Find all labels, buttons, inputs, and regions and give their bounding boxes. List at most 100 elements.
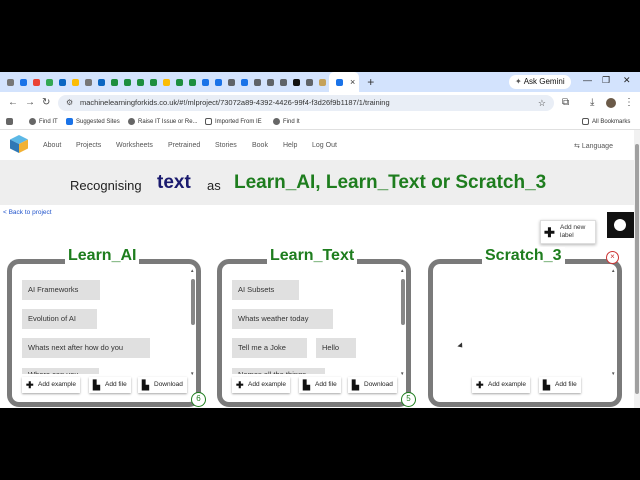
tab-favicon[interactable]	[228, 78, 235, 86]
tab-favicon[interactable]	[189, 78, 196, 86]
close-tab-icon[interactable]: ×	[350, 77, 355, 87]
plus-icon: ✚	[544, 225, 555, 240]
bucket-scrollbar[interactable]: ▲ ▼	[611, 268, 617, 376]
tab-favicon[interactable]	[293, 78, 300, 86]
add-file-button[interactable]: ▙ Add file	[89, 377, 131, 393]
address-bar[interactable]: ⚙ machinelearningforkids.co.uk/#!/mlproj…	[58, 95, 554, 111]
bookmark-star-icon[interactable]: ☆	[538, 95, 546, 111]
add-file-button[interactable]: ▙ Add file	[299, 377, 341, 393]
tab-favicon[interactable]	[72, 78, 79, 86]
nav-book[interactable]: Book	[252, 142, 268, 149]
bookmark-find-it-2[interactable]: Find It	[273, 118, 300, 125]
tab-favicon[interactable]	[124, 78, 131, 86]
bookmark-suggested-sites[interactable]: Suggested Sites	[66, 118, 120, 125]
training-example[interactable]: Whats next after how do you	[22, 338, 150, 358]
active-tab[interactable]: ×	[329, 72, 360, 92]
training-example[interactable]: Tell me a Joke	[232, 338, 307, 358]
close-window-icon[interactable]: ✕	[623, 75, 631, 86]
nav-about[interactable]: About	[43, 142, 61, 149]
tab-favicon[interactable]	[85, 78, 92, 86]
bookmark-find-it[interactable]: Find IT	[29, 118, 58, 125]
reload-icon[interactable]: ↻	[42, 97, 50, 108]
training-example[interactable]: Evolution of AI	[22, 309, 97, 329]
extensions-icon[interactable]: ⧉	[562, 97, 569, 108]
tab-favicon[interactable]	[46, 78, 53, 86]
tab-favicon[interactable]	[33, 78, 40, 86]
ask-gemini-label: Ask Gemini	[523, 77, 565, 86]
profile-avatar[interactable]	[606, 98, 616, 108]
file-icon: ▙	[93, 380, 100, 390]
add-example-button[interactable]: ✚ Add example	[472, 377, 530, 393]
add-example-button[interactable]: ✚ Add example	[22, 377, 80, 393]
download-file-icon: ▙	[352, 380, 359, 390]
page-scrollbar[interactable]	[634, 130, 640, 408]
minimize-icon[interactable]: —	[583, 75, 592, 85]
tab-favicon[interactable]	[163, 78, 170, 86]
training-example[interactable]: AI Frameworks	[22, 280, 100, 300]
tab-favicon	[336, 78, 343, 86]
back-arrow-icon[interactable]: ←	[8, 97, 18, 108]
language-selector[interactable]: ⇆ Language	[574, 142, 613, 150]
download-button[interactable]: ▙ Download	[348, 377, 397, 393]
tab-favicon[interactable]	[137, 78, 144, 86]
tab-favicon[interactable]	[306, 78, 313, 86]
mlforkids-logo[interactable]	[9, 134, 29, 154]
download-button[interactable]: ▙ Download	[138, 377, 187, 393]
tab-favicon[interactable]	[319, 78, 326, 86]
tab-favicon[interactable]	[215, 78, 222, 86]
tab-favicon[interactable]	[280, 78, 287, 86]
training-example[interactable]: Whats weather today	[232, 309, 333, 329]
tab-favicon[interactable]	[98, 78, 105, 86]
nav-projects[interactable]: Projects	[76, 142, 101, 149]
tab-favicon[interactable]	[59, 78, 66, 86]
menu-kebab-icon[interactable]: ⋮	[624, 97, 634, 108]
nav-log-out[interactable]: Log Out	[312, 142, 337, 149]
back-to-project-link[interactable]: < Back to project	[3, 209, 52, 216]
download-file-icon: ▙	[142, 380, 149, 390]
example-count-badge: 6	[191, 392, 206, 407]
tab-favicon[interactable]	[150, 78, 157, 86]
bucket-scrollbar[interactable]: ▲ ▼	[400, 268, 406, 376]
nav-stories[interactable]: Stories	[215, 142, 237, 149]
ask-gemini-button[interactable]: ✦ Ask Gemini	[509, 75, 571, 89]
label-bucket-learn-ai: AI Frameworks Evolution of AI Whats next…	[7, 259, 201, 407]
bookmark-raise-it-issue[interactable]: Raise IT Issue or Re...	[128, 118, 198, 125]
chat-bubble-icon	[614, 219, 626, 231]
nav-pretrained[interactable]: Pretrained	[168, 142, 200, 149]
bucket-scrollbar[interactable]: ▲ ▼	[190, 268, 196, 376]
new-tab-button[interactable]: +	[367, 75, 374, 89]
label-bucket-learn-text: AI Subsets Whats weather today Tell me a…	[217, 259, 411, 407]
restore-icon[interactable]: ❐	[602, 75, 610, 86]
language-icon: ⇆	[574, 143, 582, 150]
tab-favicon[interactable]	[111, 78, 118, 86]
apps-grid-icon[interactable]	[6, 118, 16, 125]
label-title-learn-text: Learn_Text	[267, 247, 358, 265]
tab-favicon[interactable]	[20, 78, 27, 86]
add-file-button[interactable]: ▙ Add file	[539, 377, 581, 393]
download-icon[interactable]: ⤓	[590, 97, 594, 108]
tab-favicon[interactable]	[202, 78, 209, 86]
training-example[interactable]: Where can you	[22, 368, 99, 374]
add-new-label-text: Add new label	[560, 224, 586, 239]
tab-favicon[interactable]	[241, 78, 248, 86]
tab-favicon[interactable]	[176, 78, 183, 86]
nav-worksheets[interactable]: Worksheets	[116, 142, 153, 149]
forward-arrow-icon[interactable]: →	[25, 97, 35, 108]
add-new-label-button[interactable]: ✚ Add new label	[540, 220, 596, 244]
training-example[interactable]: Names all the things	[232, 368, 325, 374]
site-info-icon[interactable]: ⚙	[66, 95, 73, 111]
banner-recognising: Recognising	[70, 178, 142, 193]
training-example[interactable]: Hello	[316, 338, 356, 358]
browser-window: × + ✦ Ask Gemini — ❐ ✕ ← → ↻ ⚙ machinelea…	[0, 72, 640, 408]
nav-help[interactable]: Help	[283, 142, 297, 149]
page-scrollbar-thumb[interactable]	[635, 144, 639, 394]
tab-favicon[interactable]	[7, 78, 14, 86]
bookmark-imported-from-ie[interactable]: Imported From IE	[205, 118, 262, 125]
delete-label-icon[interactable]: ×	[606, 251, 619, 264]
side-chat-widget[interactable]	[607, 212, 634, 238]
training-example[interactable]: AI Subsets	[232, 280, 299, 300]
all-bookmarks[interactable]: All Bookmarks	[582, 118, 630, 125]
add-example-button[interactable]: ✚ Add example	[232, 377, 290, 393]
tab-favicon[interactable]	[267, 78, 274, 86]
tab-favicon[interactable]	[254, 78, 261, 86]
